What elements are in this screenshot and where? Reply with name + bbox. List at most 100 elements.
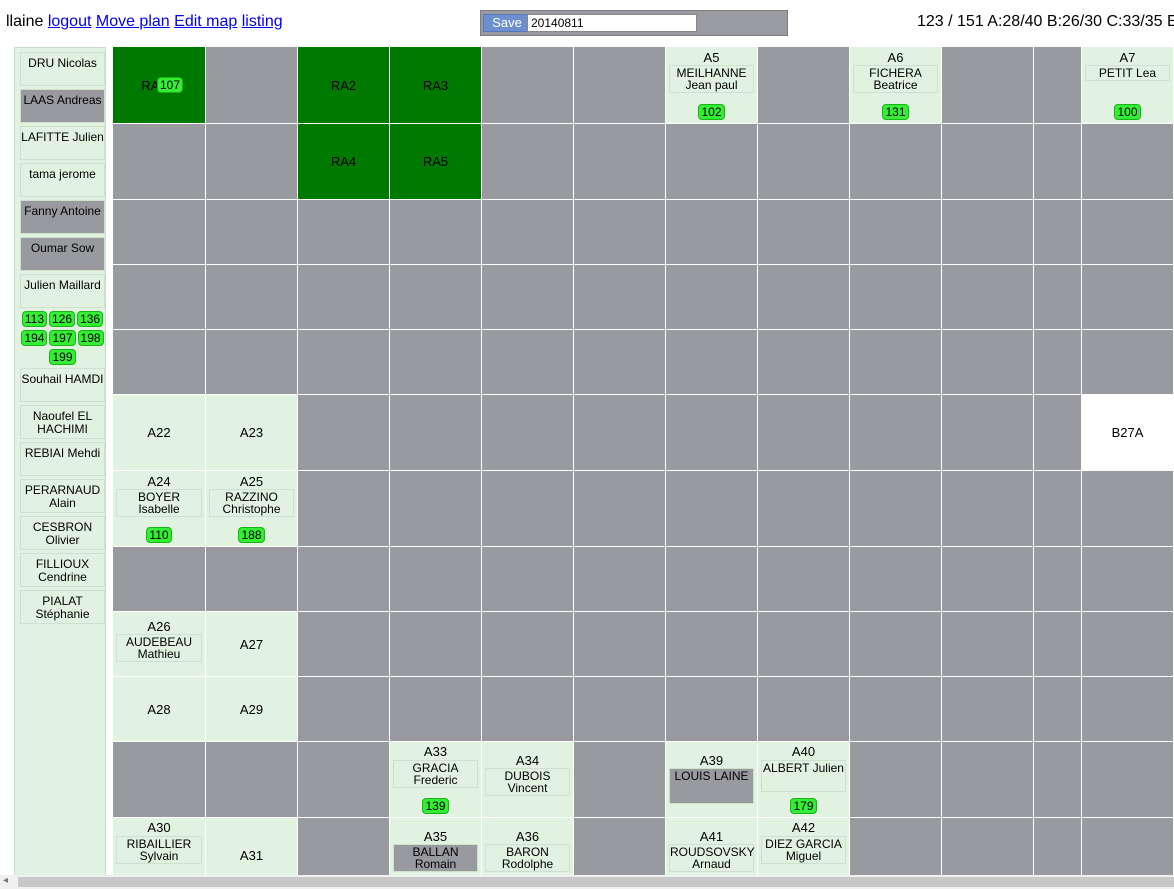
empty-cell[interactable] [1034,395,1082,471]
empty-cell[interactable] [666,200,758,265]
logout-link[interactable]: logout [48,13,92,30]
empty-cell[interactable] [942,471,1034,547]
empty-cell[interactable] [850,124,942,200]
empty-cell[interactable] [1082,265,1174,330]
desk-occupant[interactable]: LOUIS LAINE [669,768,754,804]
sidebar-person[interactable]: Oumar Sow [20,237,105,271]
sidebar-person[interactable]: REBIAI Mehdi [20,442,105,476]
empty-cell[interactable] [758,612,850,677]
empty-cell[interactable] [666,471,758,547]
empty-cell[interactable] [206,330,298,395]
empty-cell[interactable] [574,547,666,612]
desk-a35[interactable]: A35 BALLAN Romain [390,818,482,876]
save-button[interactable]: Save [483,14,531,32]
empty-cell[interactable] [758,677,850,742]
empty-cell[interactable] [206,265,298,330]
desk-a41[interactable]: A41 ROUDSOVSKY Arnaud [666,818,758,876]
empty-cell[interactable] [298,330,390,395]
empty-cell[interactable] [758,471,850,547]
empty-cell[interactable] [1034,47,1082,124]
empty-cell[interactable] [1082,200,1174,265]
desk-occupant[interactable]: RIBAILLIER Sylvain [116,836,202,864]
empty-cell[interactable] [298,742,390,818]
empty-cell[interactable] [758,330,850,395]
sidebar-person[interactable]: Naoufel EL HACHIMI [20,405,105,439]
person-id-badge[interactable]: 194 [21,330,48,346]
empty-cell[interactable] [942,124,1034,200]
desk-occupant[interactable]: ROUDSOVSKY Arnaud [669,844,755,872]
desk-occupant[interactable]: DIEZ GARCIA Miguel [761,836,846,864]
desk-occupant[interactable]: MEILHANNE Jean paul [669,65,754,93]
empty-cell[interactable] [850,547,942,612]
empty-cell[interactable] [390,265,482,330]
desk-a29[interactable]: A29 [206,677,298,742]
desk-a33[interactable]: A33 GRACIA Frederic 139 [390,742,482,818]
listing-link[interactable]: listing [242,13,283,30]
empty-cell[interactable] [1034,124,1082,200]
empty-cell[interactable] [758,200,850,265]
scroll-left-icon[interactable]: ◂ [3,875,8,886]
sidebar-person[interactable]: CESBRON Olivier [20,516,105,550]
empty-cell[interactable] [666,547,758,612]
empty-cell[interactable] [666,330,758,395]
sidebar-person[interactable]: PIALAT Stéphanie [20,590,105,624]
desk-occupant[interactable]: ALBERT Julien [761,760,846,792]
desk-a28[interactable]: A28 [113,677,206,742]
empty-cell[interactable] [1082,818,1174,876]
person-id-badge[interactable]: 113 [21,311,48,327]
desk-a26[interactable]: A26 AUDEBEAU Mathieu [113,612,206,677]
sidebar-person[interactable]: DRU Nicolas [20,52,105,86]
desk-ra4[interactable]: RA4 [298,124,390,200]
sidebar-person[interactable]: LAAS Andreas [20,89,105,123]
empty-cell[interactable] [758,395,850,471]
empty-cell[interactable] [482,200,574,265]
sidebar-person[interactable]: Fanny Antoine [20,200,105,234]
desk-occupant[interactable]: PETIT Lea [1085,65,1170,81]
horizontal-scrollbar[interactable]: ◂ [0,875,1174,889]
empty-cell[interactable] [1034,742,1082,818]
empty-cell[interactable] [850,742,942,818]
empty-cell[interactable] [758,265,850,330]
empty-cell[interactable] [1034,818,1082,876]
empty-cell[interactable] [482,677,574,742]
empty-cell[interactable] [942,330,1034,395]
empty-cell[interactable] [850,395,942,471]
empty-cell[interactable] [1034,612,1082,677]
desk-occupant[interactable]: BOYER Isabelle [116,489,202,517]
person-id-badge[interactable]: 126 [49,311,76,327]
desk-a34[interactable]: A34 DUBOIS Vincent [482,742,574,818]
empty-cell[interactable] [482,547,574,612]
empty-cell[interactable] [113,265,206,330]
empty-cell[interactable] [1082,677,1174,742]
person-id-badge[interactable]: 131 [882,104,909,120]
empty-cell[interactable] [1034,200,1082,265]
empty-cell[interactable] [850,200,942,265]
move-plan-link[interactable]: Move plan [96,13,170,30]
sidebar-person[interactable]: Souhail HAMDI [20,368,105,402]
empty-cell[interactable] [666,265,758,330]
empty-cell[interactable] [482,612,574,677]
desk-ra3[interactable]: RA3 [390,47,482,124]
empty-cell[interactable] [113,742,206,818]
desk-a36[interactable]: A36 BARON Rodolphe [482,818,574,876]
empty-cell[interactable] [206,547,298,612]
empty-cell[interactable] [1034,330,1082,395]
empty-cell[interactable] [758,547,850,612]
sidebar-person[interactable]: Julien Maillard [20,274,105,308]
empty-cell[interactable] [666,677,758,742]
empty-cell[interactable] [574,265,666,330]
empty-cell[interactable] [850,612,942,677]
desk-ra2[interactable]: RA2 [298,47,390,124]
person-id-badge[interactable]: 100 [1114,104,1141,120]
desk-ra1[interactable]: RA1 107 [113,47,206,124]
empty-cell[interactable] [942,818,1034,876]
empty-cell[interactable] [1034,265,1082,330]
desk-a24[interactable]: A24 BOYER Isabelle 110 [113,471,206,547]
desk-a40[interactable]: A40 ALBERT Julien 179 [758,742,850,818]
empty-cell[interactable] [574,200,666,265]
empty-cell[interactable] [1082,612,1174,677]
empty-cell[interactable] [574,124,666,200]
empty-cell[interactable] [298,677,390,742]
empty-cell[interactable] [1082,471,1174,547]
edit-map-link[interactable]: Edit map [174,13,237,30]
